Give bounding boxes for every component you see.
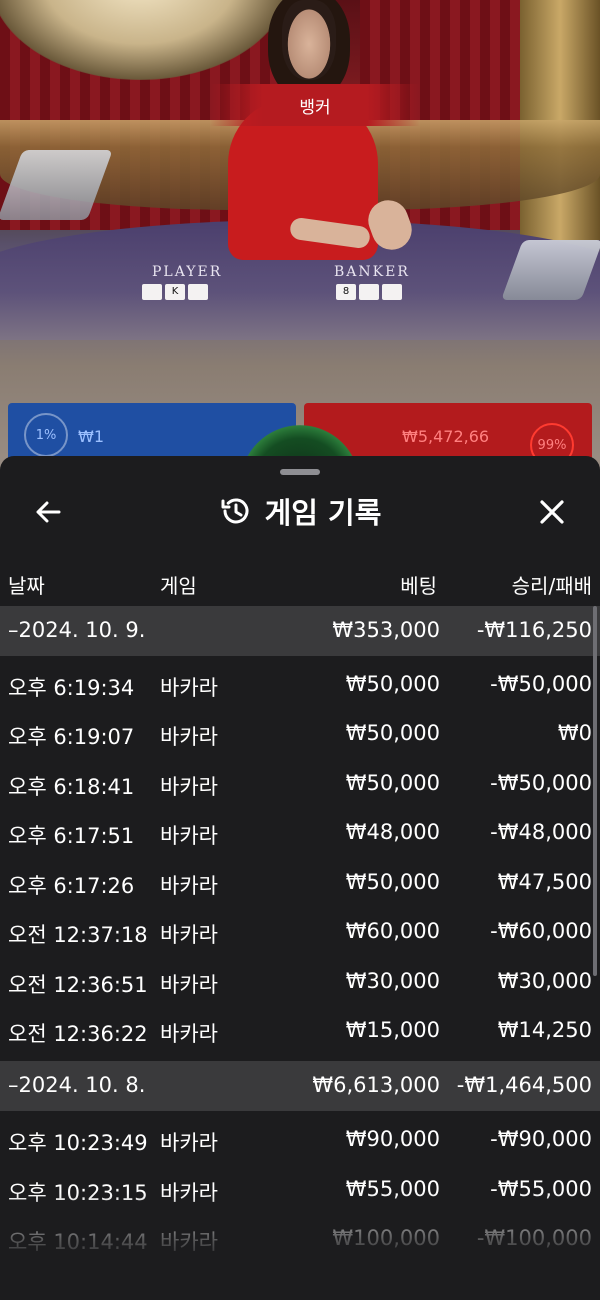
player-card [142,284,162,300]
group-total-result: -₩116,250 [476,618,592,642]
row-result: ₩30,000 [497,969,592,993]
winner-banner: 뱅커 [210,84,420,126]
page-title: 게임 기록 [264,496,382,530]
row-game: 바카라 [160,874,218,898]
row-game: 바카라 [160,775,218,799]
table-row[interactable]: 오전 12:37:18 바카라 ₩60,000 -₩60,000 [0,907,600,957]
history-list[interactable]: –2024. 10. 9. ₩353,000 -₩116,250 오후 6:19… [0,606,600,1256]
game-history-sheet: 게임 기록 날짜 게임 베팅 승리/패배 –2024. 10. 9. ₩353,… [0,456,600,1300]
date-group-header[interactable]: –2024. 10. 8. ₩6,613,000 -₩1,464,500 [0,1061,600,1111]
list-scrollbar[interactable] [593,606,597,976]
table-row[interactable]: 오후 6:17:51 바카라 ₩48,000 -₩48,000 [0,808,600,858]
banker-card [382,284,402,300]
row-game: 바카라 [160,725,218,749]
table-row[interactable]: 오후 10:23:49 바카라 ₩90,000 -₩90,000 [0,1115,600,1165]
row-time: 오후 6:18:41 [8,775,135,799]
row-game: 바카라 [160,1181,218,1205]
row-result: -₩50,000 [490,771,592,795]
row-bet: ₩60,000 [345,919,440,943]
row-time: 오후 10:23:49 [8,1131,148,1155]
banker-card: 8 [336,284,356,300]
row-result: -₩90,000 [490,1127,592,1151]
row-time: 오후 10:14:44 [8,1230,148,1254]
table-row[interactable]: 오후 10:14:44 바카라 ₩100,000 -₩100,000 [0,1214,600,1256]
table-row[interactable]: 오후 6:19:07 바카라 ₩50,000 ₩0 [0,709,600,759]
row-result: -₩100,000 [476,1226,592,1250]
row-game: 바카라 [160,1131,218,1155]
row-result: -₩48,000 [490,820,592,844]
banker-cards: 8 [336,284,402,300]
row-time: 오후 6:17:51 [8,824,135,848]
row-game: 바카라 [160,1230,218,1254]
player-card [188,284,208,300]
sheet-title-group: 게임 기록 [0,490,600,532]
player-card: K [165,284,185,300]
table-row[interactable]: 오후 6:17:26 바카라 ₩50,000 ₩47,500 [0,858,600,908]
banker-bet-amount: ₩5,472,66 [402,427,490,446]
group-date: –2024. 10. 9. [8,618,146,642]
row-bet: ₩15,000 [345,1018,440,1042]
row-game: 바카라 [160,923,218,947]
row-game: 바카라 [160,824,218,848]
date-group-header[interactable]: –2024. 10. 9. ₩353,000 -₩116,250 [0,606,600,656]
row-time: 오전 12:37:18 [8,923,148,947]
row-game: 바카라 [160,1022,218,1046]
row-bet: ₩30,000 [345,969,440,993]
close-icon [540,500,564,524]
row-game: 바카라 [160,973,218,997]
group-total-bet: ₩353,000 [332,618,440,642]
row-bet: ₩50,000 [345,870,440,894]
row-result: -₩50,000 [490,672,592,696]
dealer-face [282,0,336,80]
column-header-bet: 베팅 [400,574,437,598]
arrow-left-icon [36,501,61,523]
column-header-game: 게임 [160,574,197,598]
row-time: 오후 6:17:26 [8,874,135,898]
group-total-result: -₩1,464,500 [456,1073,592,1097]
table-row[interactable]: 오전 12:36:51 바카라 ₩30,000 ₩30,000 [0,957,600,1007]
column-header-row: 날짜 게임 베팅 승리/패배 [0,564,600,600]
sheet-grabber[interactable] [280,469,320,475]
row-time: 오후 6:19:07 [8,725,135,749]
row-game: 바카라 [160,676,218,700]
row-time: 오후 10:23:15 [8,1181,148,1205]
row-result: ₩0 [557,721,592,745]
row-result: -₩55,000 [490,1177,592,1201]
sheet-header: 게임 기록 [0,476,600,546]
table-row[interactable]: 오후 10:23:15 바카라 ₩55,000 -₩55,000 [0,1165,600,1215]
row-bet: ₩50,000 [345,771,440,795]
row-bet: ₩50,000 [345,672,440,696]
player-bet-amount: ₩1 [78,427,104,446]
row-bet: ₩55,000 [345,1177,440,1201]
column-header-date: 날짜 [8,574,45,598]
row-time: 오후 6:19:34 [8,676,135,700]
row-bet: ₩100,000 [332,1226,440,1250]
group-total-bet: ₩6,613,000 [312,1073,440,1097]
live-video-stream: PLAYER BANKER K 8 뱅커 1% ₩1 ₩5,472,66 99% [0,0,600,470]
table-banker-label: BANKER [334,264,410,280]
player-cards: K [142,284,208,300]
table-row[interactable]: 오후 6:19:34 바카라 ₩50,000 -₩50,000 [0,660,600,710]
row-time: 오전 12:36:22 [8,1022,148,1046]
row-time: 오전 12:36:51 [8,973,148,997]
row-bet: ₩50,000 [345,721,440,745]
column-header-result: 승리/패배 [511,574,592,598]
back-button[interactable] [28,492,68,532]
row-bet: ₩48,000 [345,820,440,844]
player-bet-percent: 1% [24,413,68,457]
group-date: –2024. 10. 8. [8,1073,146,1097]
row-result: -₩60,000 [490,919,592,943]
banker-card [359,284,379,300]
row-result: ₩47,500 [497,870,592,894]
table-player-label: PLAYER [152,264,223,280]
row-result: ₩14,250 [497,1018,592,1042]
row-bet: ₩90,000 [345,1127,440,1151]
close-button[interactable] [532,492,572,532]
history-clock-icon [221,498,249,524]
table-row[interactable]: 오전 12:36:22 바카라 ₩15,000 ₩14,250 [0,1006,600,1056]
table-row[interactable]: 오후 6:18:41 바카라 ₩50,000 -₩50,000 [0,759,600,809]
